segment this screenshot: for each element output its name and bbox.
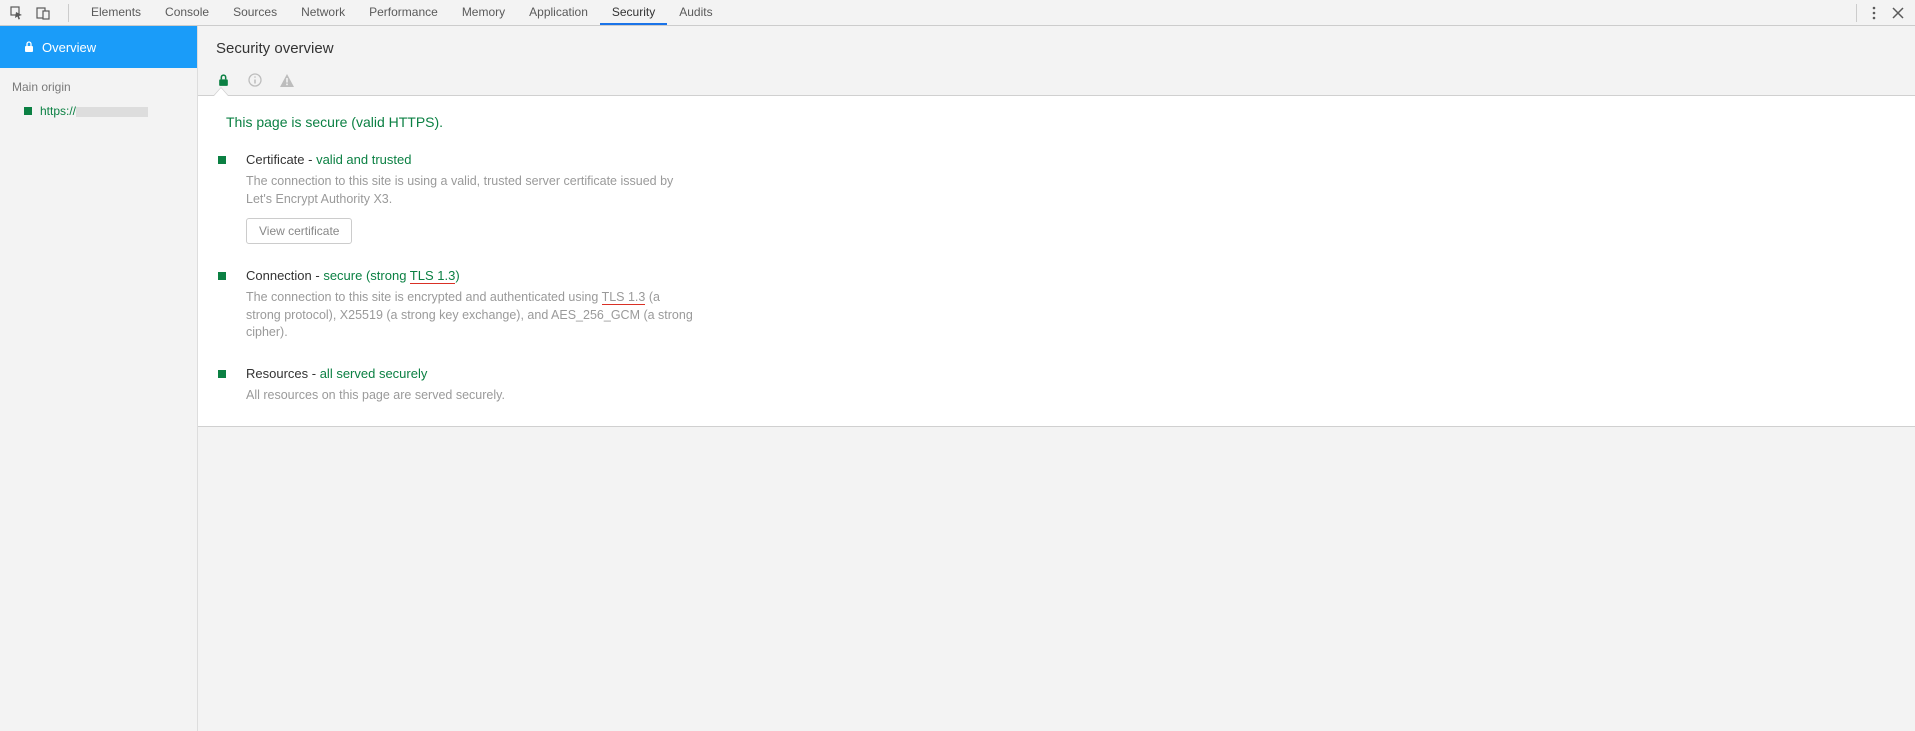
view-certificate-button[interactable]: View certificate xyxy=(246,218,352,244)
sidebar-section-title: Main origin xyxy=(0,68,197,100)
sidebar-overview[interactable]: Overview xyxy=(0,26,197,68)
kebab-menu-icon[interactable] xyxy=(1867,6,1881,20)
page-title: Security overview xyxy=(216,40,1897,57)
resources-heading: Resources - all served securely xyxy=(246,366,505,381)
secure-message: This page is secure (valid HTTPS). xyxy=(218,114,1895,130)
tab-sources[interactable]: Sources xyxy=(221,0,289,25)
tab-performance[interactable]: Performance xyxy=(357,0,450,25)
tab-application[interactable]: Application xyxy=(517,0,600,25)
toolbar-divider xyxy=(1856,4,1857,22)
tab-security[interactable]: Security xyxy=(600,0,667,25)
connection-heading: Connection - secure (strong TLS 1.3) xyxy=(246,268,696,283)
sidebar-origin-row[interactable]: https:// xyxy=(0,100,197,122)
tab-audits[interactable]: Audits xyxy=(667,0,724,25)
main-layout: Overview Main origin https:// Security o… xyxy=(0,26,1915,731)
tab-network[interactable]: Network xyxy=(289,0,357,25)
security-details: This page is secure (valid HTTPS). Certi… xyxy=(198,95,1915,427)
toolbar-right xyxy=(1856,4,1915,22)
secure-indicator-icon xyxy=(218,152,226,244)
connection-description: The connection to this site is encrypted… xyxy=(246,289,696,342)
security-sidebar: Overview Main origin https:// xyxy=(0,26,198,731)
sidebar-overview-label: Overview xyxy=(42,40,96,55)
tab-elements[interactable]: Elements xyxy=(79,0,153,25)
close-icon[interactable] xyxy=(1891,6,1905,20)
warning-triangle-icon[interactable] xyxy=(280,73,294,87)
secure-indicator-icon xyxy=(218,268,226,342)
toolbar-left xyxy=(0,4,75,22)
certificate-heading: Certificate - valid and trusted xyxy=(246,152,696,167)
device-toggle-icon[interactable] xyxy=(36,6,50,20)
info-icon[interactable] xyxy=(248,73,262,87)
tab-console[interactable]: Console xyxy=(153,0,221,25)
tab-memory[interactable]: Memory xyxy=(450,0,517,25)
connection-section: Connection - secure (strong TLS 1.3) The… xyxy=(218,268,1895,342)
devtools-toolbar: ElementsConsoleSourcesNetworkPerformance… xyxy=(0,0,1915,26)
certificate-section: Certificate - valid and trusted The conn… xyxy=(218,152,1895,244)
content-header: Security overview xyxy=(198,26,1915,63)
origin-url: https:// xyxy=(40,104,148,118)
inspect-element-icon[interactable] xyxy=(10,6,24,20)
status-icon-row xyxy=(198,63,1915,87)
security-content: Security overview This page is secure (v… xyxy=(198,26,1915,731)
secure-indicator-icon xyxy=(218,366,226,405)
devtools-tabs: ElementsConsoleSourcesNetworkPerformance… xyxy=(79,0,725,25)
toolbar-divider xyxy=(68,4,69,22)
secure-lock-icon[interactable] xyxy=(216,73,230,87)
resources-section: Resources - all served securely All reso… xyxy=(218,366,1895,405)
secure-indicator-icon xyxy=(24,107,32,115)
resources-description: All resources on this page are served se… xyxy=(246,387,505,405)
certificate-description: The connection to this site is using a v… xyxy=(246,173,696,208)
lock-icon xyxy=(24,41,34,53)
